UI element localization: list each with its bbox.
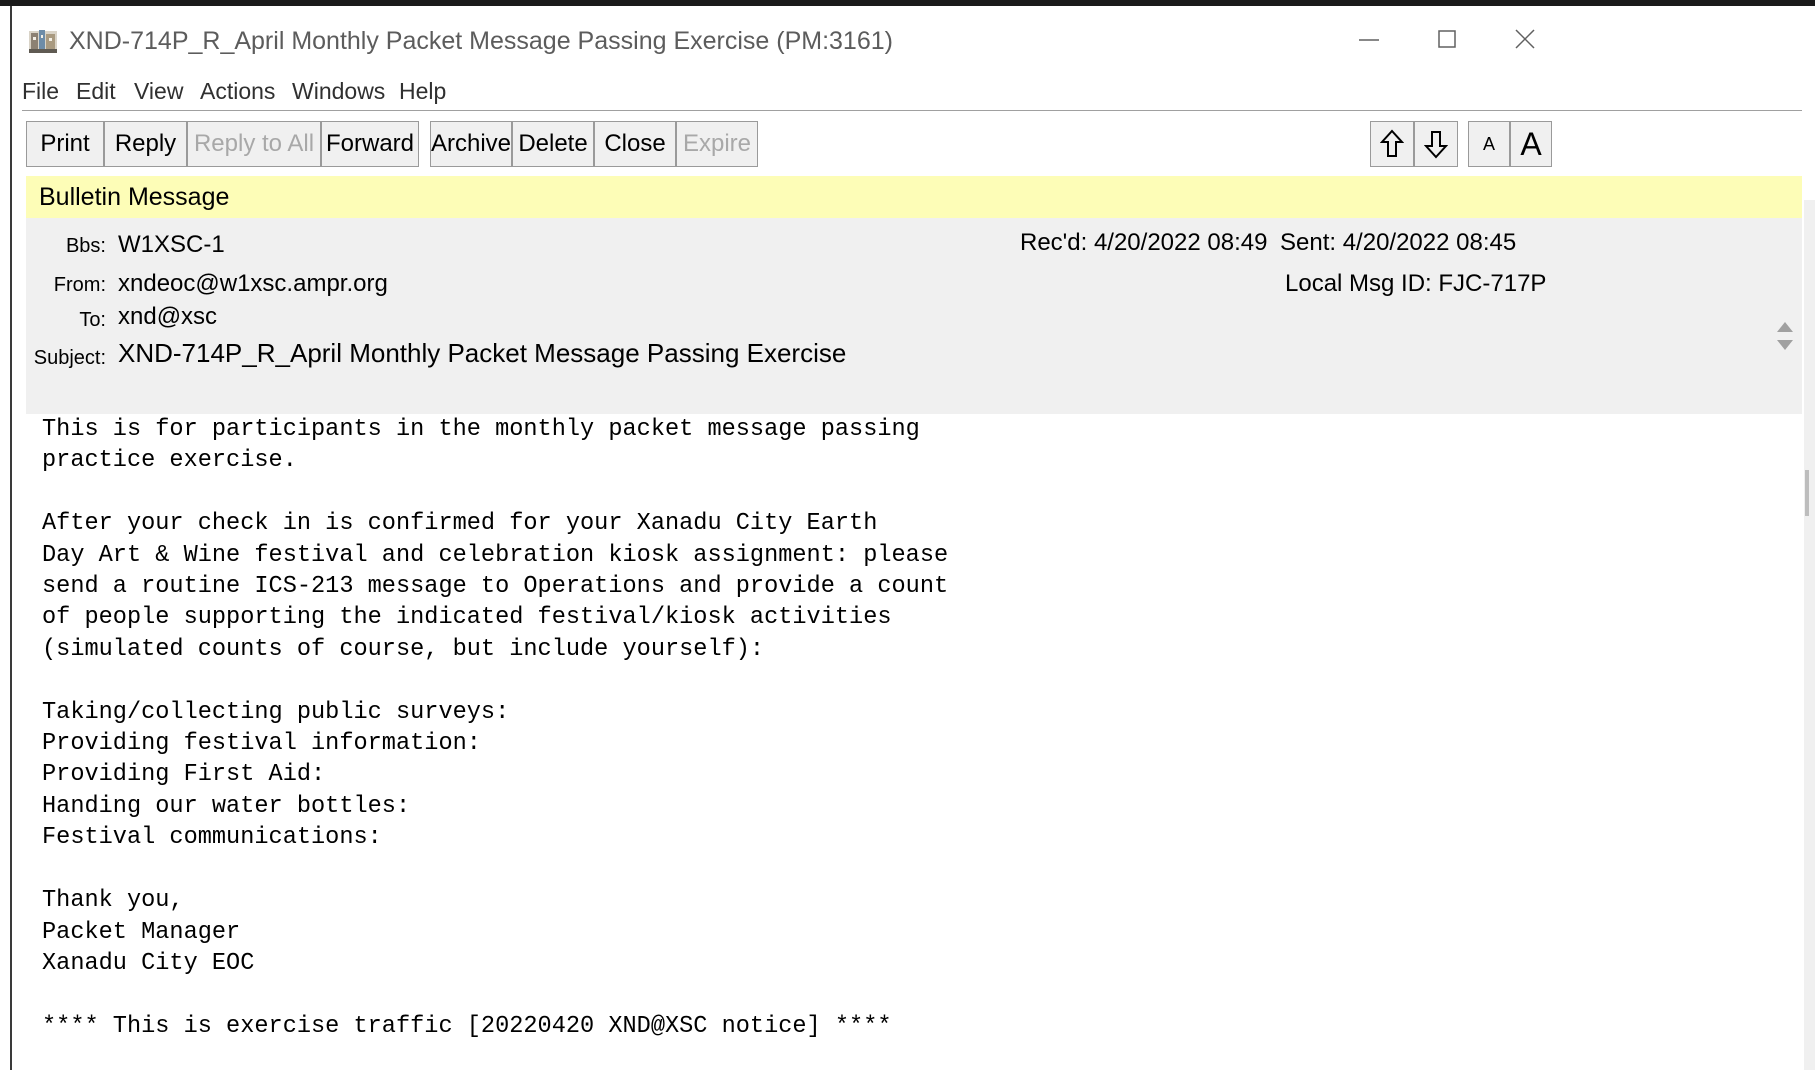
to-label: To:	[79, 309, 106, 331]
print-button[interactable]: Print	[26, 121, 104, 167]
title-bar[interactable]: XND-714P_R_April Monthly Packet Message …	[12, 6, 1815, 68]
menu-windows[interactable]: Windows	[292, 78, 385, 105]
to-value[interactable]: xnd@xsc	[118, 303, 217, 331]
message-header: Bbs: W1XSC-1 From: xndeoc@w1xsc.ampr.org…	[26, 218, 1802, 414]
header-spin-control[interactable]	[1774, 315, 1796, 359]
next-message-button[interactable]	[1414, 121, 1458, 167]
close-window-button[interactable]	[1490, 16, 1560, 62]
menu-bar: File Edit View Actions Windows Help	[12, 72, 1815, 112]
close-button[interactable]: Close	[594, 121, 676, 167]
reply-button[interactable]: Reply	[104, 121, 187, 167]
sent-date: Sent: 4/20/2022 08:45	[1280, 229, 1517, 256]
spin-arrows-icon	[1777, 322, 1793, 350]
window-right-edge	[1804, 200, 1815, 1070]
message-text[interactable]: This is for participants in the monthly …	[42, 414, 948, 1042]
subject-value: XND-714P_R_April Monthly Packet Message …	[118, 338, 847, 368]
message-type-band: Bulletin Message	[26, 176, 1802, 218]
reply-all-button[interactable]: Reply to All	[187, 121, 321, 167]
right-scroll-marker[interactable]	[1805, 470, 1809, 516]
expire-button[interactable]: Expire	[676, 121, 758, 167]
previous-message-button[interactable]	[1370, 121, 1414, 167]
received-date: Rec'd: 4/20/2022 08:49	[1020, 229, 1268, 256]
bbs-label: Bbs:	[65, 235, 106, 257]
up-arrow-icon	[1380, 129, 1404, 157]
message-window: XND-714P_R_April Monthly Packet Message …	[12, 6, 1815, 1070]
menu-view[interactable]: View	[134, 78, 183, 105]
minimize-icon	[1359, 39, 1379, 41]
menu-edit[interactable]: Edit	[76, 78, 116, 105]
from-label: From:	[53, 274, 106, 296]
font-larger-button[interactable]: A	[1510, 121, 1552, 167]
message-type-label: Bulletin Message	[39, 183, 230, 211]
window-title: XND-714P_R_April Monthly Packet Message …	[69, 27, 893, 55]
maximize-button[interactable]	[1412, 16, 1482, 62]
packet-app-icon[interactable]	[29, 28, 57, 53]
archive-button[interactable]: Archive	[430, 121, 512, 167]
from-value[interactable]: xndeoc@w1xsc.ampr.org	[118, 270, 388, 298]
font-smaller-button[interactable]: A	[1468, 121, 1510, 167]
toolbar: Print Reply Reply to All Forward Archive…	[22, 110, 1802, 177]
down-arrow-icon	[1424, 131, 1448, 159]
menu-help[interactable]: Help	[399, 78, 446, 105]
minimize-button[interactable]	[1334, 16, 1404, 62]
maximize-icon	[1438, 30, 1456, 48]
bbs-value: W1XSC-1	[118, 231, 225, 258]
local-msg-id: Local Msg ID: FJC-717P	[1285, 270, 1547, 297]
menu-file[interactable]: File	[22, 78, 59, 105]
delete-button[interactable]: Delete	[512, 121, 594, 167]
message-body[interactable]: This is for participants in the monthly …	[26, 414, 1802, 1070]
subject-label: Subject:	[33, 347, 106, 369]
menu-actions[interactable]: Actions	[200, 78, 275, 105]
close-icon	[1515, 29, 1535, 49]
forward-button[interactable]: Forward	[321, 121, 419, 167]
